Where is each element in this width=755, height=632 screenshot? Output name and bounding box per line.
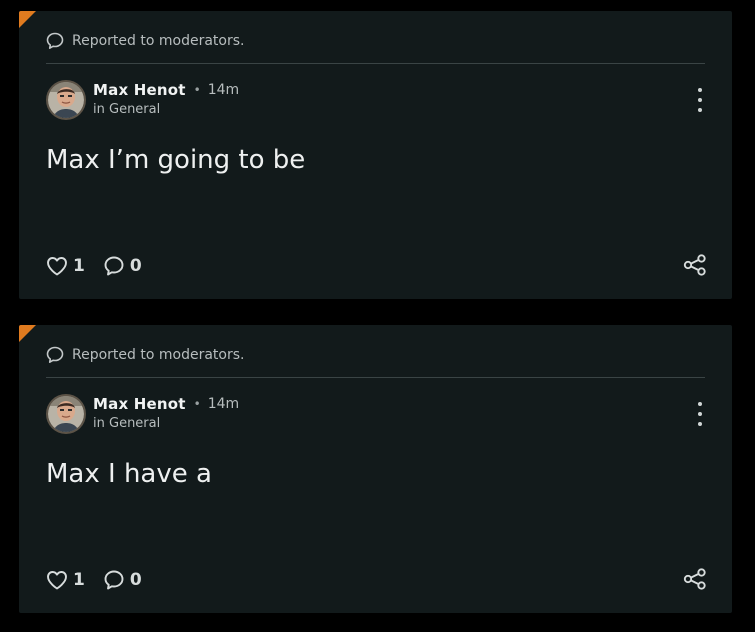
avatar[interactable]: [46, 394, 86, 434]
separator-dot: •: [193, 83, 201, 97]
divider: [46, 377, 705, 378]
post-card[interactable]: Reported to moderators. Max Henot • 14m …: [19, 11, 732, 299]
comment-count: 0: [129, 570, 142, 590]
reported-notice: Reported to moderators.: [46, 345, 244, 365]
post-actions: 1 0: [46, 254, 160, 278]
speech-bubble-icon: [46, 32, 64, 49]
community-prefix: in: [93, 102, 105, 117]
reported-flag-corner: [19, 325, 36, 342]
share-icon: [683, 568, 706, 590]
comment-icon: [104, 256, 124, 276]
comment-button[interactable]: 0: [103, 255, 142, 277]
divider: [46, 63, 705, 64]
post-time: 14m: [207, 82, 240, 98]
avatar[interactable]: [46, 80, 86, 120]
separator-dot: •: [193, 397, 201, 411]
community-line: in General: [93, 416, 160, 431]
like-count: 1: [73, 570, 85, 590]
share-icon: [683, 254, 706, 276]
author-line: Max Henot • 14m: [93, 395, 239, 413]
community-link[interactable]: General: [109, 416, 160, 431]
reported-notice: Reported to moderators.: [46, 31, 244, 51]
heart-icon: [47, 257, 67, 276]
comment-icon: [104, 570, 124, 590]
reported-text: Reported to moderators.: [72, 347, 245, 363]
like-button[interactable]: 1: [46, 256, 85, 276]
community-link[interactable]: General: [109, 102, 160, 117]
share-button[interactable]: [683, 568, 707, 594]
community-prefix: in: [93, 416, 105, 431]
kebab-menu-icon[interactable]: [694, 402, 706, 426]
comment-button[interactable]: 0: [103, 569, 142, 591]
kebab-menu-icon[interactable]: [694, 88, 706, 112]
heart-icon: [47, 571, 67, 590]
reported-text: Reported to moderators.: [72, 33, 245, 49]
post-body: Max I’m going to be: [46, 145, 306, 175]
author-name[interactable]: Max Henot: [93, 81, 186, 99]
like-count: 1: [73, 256, 85, 276]
post-time: 14m: [207, 396, 240, 412]
speech-bubble-icon: [46, 346, 64, 363]
post-card[interactable]: Reported to moderators. Max Henot • 14m …: [19, 325, 732, 613]
community-line: in General: [93, 102, 160, 117]
post-body: Max I have a: [46, 459, 212, 489]
post-actions: 1 0: [46, 568, 160, 592]
comment-count: 0: [129, 256, 142, 276]
like-button[interactable]: 1: [46, 570, 85, 590]
reported-flag-corner: [19, 11, 36, 28]
author-line: Max Henot • 14m: [93, 81, 239, 99]
share-button[interactable]: [683, 254, 707, 280]
author-name[interactable]: Max Henot: [93, 395, 186, 413]
